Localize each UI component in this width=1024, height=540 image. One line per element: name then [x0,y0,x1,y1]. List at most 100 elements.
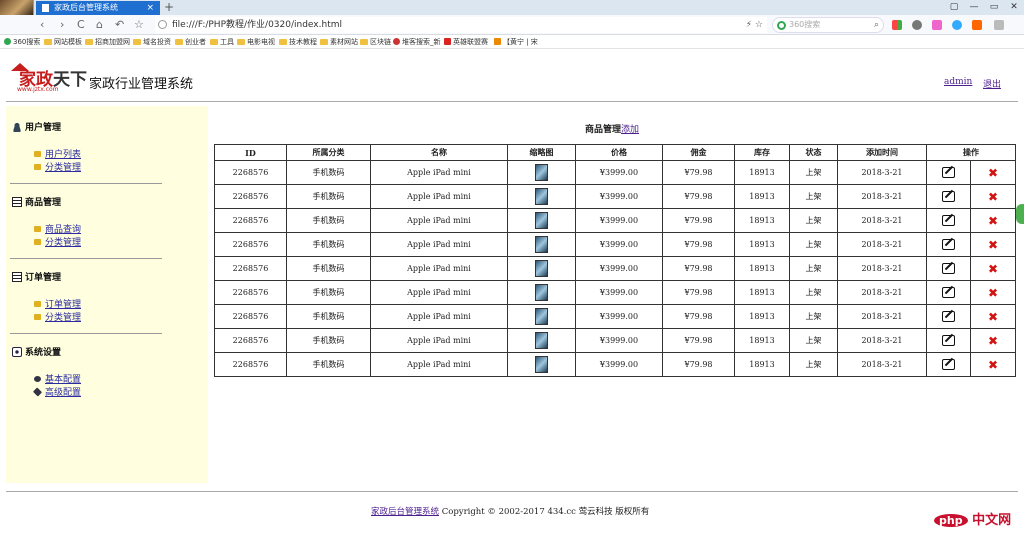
delete-icon[interactable]: ✖ [988,166,998,180]
site-icon [444,38,451,45]
bookmark-item[interactable]: 区块链 [360,36,391,49]
edit-icon[interactable] [942,335,955,346]
ext-chat-icon[interactable] [952,20,962,30]
close-tab-icon[interactable]: × [146,1,154,15]
delete-icon[interactable]: ✖ [988,334,998,348]
sidebar-item-product-category[interactable]: 分类管理 [34,235,81,248]
bookmark-item[interactable]: 工具 [210,36,234,49]
edit-icon[interactable] [942,239,955,250]
reload-icon[interactable]: C [77,17,85,33]
cell-id: 2268576 [214,304,287,329]
back-icon[interactable]: ‹ [40,17,44,33]
favorite-icon[interactable]: ☆ [134,17,144,33]
product-thumbnail[interactable] [535,284,548,301]
maximize-icon[interactable]: ▭ [984,0,1004,15]
column-header[interactable]: 名称 [370,144,508,161]
sidebar-item-basic-config[interactable]: 基本配置 [34,372,81,385]
sidebar-item-user-list[interactable]: 用户列表 [34,147,81,160]
column-header[interactable]: 缩略图 [507,144,576,161]
floating-side-tab[interactable] [1016,204,1024,224]
logout-link[interactable]: 退出 [983,77,1001,90]
apps-icon[interactable] [892,20,902,30]
menu-icon[interactable] [994,20,1004,30]
delete-icon[interactable]: ✖ [988,310,998,324]
new-tab-button[interactable]: + [164,0,174,14]
column-header[interactable]: 价格 [575,144,663,161]
product-thumbnail[interactable] [535,308,548,325]
bookmark-item[interactable]: 网站模板 [44,36,82,49]
delete-icon[interactable]: ✖ [988,238,998,252]
ext-tools-icon[interactable] [972,20,982,30]
close-window-icon[interactable]: ✕ [1004,0,1024,15]
delete-icon[interactable]: ✖ [988,358,998,372]
column-header[interactable]: 所属分类 [286,144,371,161]
product-thumbnail[interactable] [535,332,548,349]
search-icon[interactable]: ⌕ [874,18,879,32]
sidebar-item-order-category[interactable]: 分类管理 [34,310,81,323]
delete-icon[interactable]: ✖ [988,286,998,300]
bookmark-item[interactable]: 技术教程 [279,36,317,49]
bookmark-item[interactable]: 招商加盟网 [85,36,130,49]
search-input[interactable]: 360搜索 ⌕ [772,17,884,33]
product-thumbnail[interactable] [535,236,548,253]
browser-tab-active[interactable]: 家政后台管理系统 × [36,1,160,15]
column-header[interactable]: 操作 [926,144,1016,161]
security-icon [158,20,167,29]
footer-home-link[interactable]: 家政后台管理系统 [371,507,439,517]
config-icon [34,376,41,382]
admin-user-link[interactable]: admin [944,77,972,87]
column-header[interactable]: 添加时间 [837,144,927,161]
cell-delete: ✖ [970,280,1016,305]
folder-icon [133,39,141,45]
bookmark-item[interactable]: 360搜索 [4,36,40,49]
product-thumbnail[interactable] [535,164,548,181]
edit-icon[interactable] [942,311,955,322]
bookmark-item[interactable]: 域名投资 [133,36,171,49]
forward-icon[interactable]: › [60,17,64,33]
edit-icon[interactable] [942,263,955,274]
cell-stock: 18913 [734,328,790,353]
bookmark-item[interactable]: 【黄宁 | 宋 [494,36,538,49]
product-thumbnail[interactable] [535,212,548,229]
cell-id: 2268576 [214,352,287,377]
bookmark-item[interactable]: 创业者 [175,36,206,49]
sidebar-item-user-category[interactable]: 分类管理 [34,160,81,173]
home-icon[interactable]: ⌂ [96,17,103,33]
column-header[interactable]: 库存 [734,144,790,161]
edit-icon[interactable] [942,191,955,202]
bookmark-item[interactable]: 英雄联盟赛 [444,36,488,49]
cell-name: Apple iPad mini [370,160,508,185]
cell-stock: 18913 [734,232,790,257]
settings-icon [12,347,22,357]
cell-name: Apple iPad mini [370,304,508,329]
cell-status: 上架 [789,352,838,377]
undo-close-icon[interactable]: ↶ [115,17,124,33]
ext-shield-icon[interactable] [912,20,922,30]
delete-icon[interactable]: ✖ [988,190,998,204]
bookmark-item[interactable]: 素材网站 [320,36,358,49]
bookmark-item[interactable]: 堆客搜索_新 [393,36,441,49]
delete-icon[interactable]: ✖ [988,262,998,276]
column-header[interactable]: 状态 [789,144,838,161]
bookmark-item[interactable]: 电影电视 [237,36,275,49]
delete-icon[interactable]: ✖ [988,214,998,228]
edit-icon[interactable] [942,287,955,298]
sidebar-item-order-manage[interactable]: 订单管理 [34,297,81,310]
minimize-icon[interactable]: — [964,0,984,15]
add-product-link[interactable]: 添加 [621,125,639,135]
sidebar-item-product-search[interactable]: 商品查询 [34,222,81,235]
column-header[interactable]: 佣金 [662,144,735,161]
edit-icon[interactable] [942,359,955,370]
edit-icon[interactable] [942,215,955,226]
ext-photo-icon[interactable] [932,20,942,30]
product-thumbnail[interactable] [535,260,548,277]
sidebar-item-advanced-config[interactable]: 高级配置 [32,385,81,398]
column-header[interactable]: ID [214,144,287,161]
url-input[interactable]: file:///F:/PHP教程/作业/0320/index.html ⚡ ☆ [155,17,767,33]
edit-icon[interactable] [942,167,955,178]
product-thumbnail[interactable] [535,356,548,373]
bookmark-star-icon[interactable]: ⚡ ☆ [746,17,763,33]
restore-icon[interactable]: ▢ [944,0,964,15]
site-logo[interactable]: 家政天下 www.jztx.com [11,63,91,95]
product-thumbnail[interactable] [535,188,548,205]
